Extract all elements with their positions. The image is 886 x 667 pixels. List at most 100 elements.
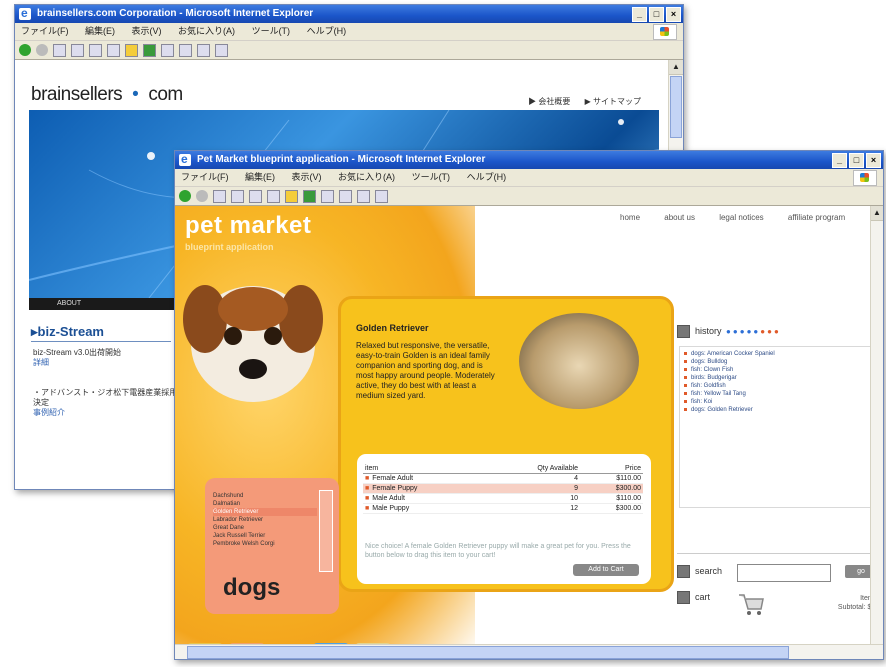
- refresh-icon[interactable]: [71, 43, 84, 57]
- shopping-cart-icon[interactable]: [737, 591, 765, 617]
- menu-file[interactable]: ファイル(F): [181, 172, 229, 182]
- link-company[interactable]: ▶ 会社概要: [528, 97, 570, 106]
- breed-item[interactable]: Great Dane: [213, 524, 317, 532]
- refresh-icon[interactable]: [231, 189, 244, 203]
- col-price: Price: [580, 464, 643, 474]
- logo-text-right: com: [148, 84, 183, 105]
- table-row[interactable]: ■ Male Puppy 12 $300.00: [363, 503, 643, 514]
- history-item[interactable]: fish: Koi: [684, 398, 876, 406]
- menu-view[interactable]: 表示(V): [292, 172, 322, 182]
- back-icon[interactable]: [179, 190, 191, 202]
- stop-icon[interactable]: [213, 189, 226, 203]
- horizontal-scrollbar[interactable]: [175, 644, 883, 659]
- pet-market-logo[interactable]: pet market: [185, 212, 311, 240]
- minimize-button[interactable]: _: [632, 7, 647, 22]
- brainsellers-logo[interactable]: brainsellers • com: [31, 84, 183, 106]
- history-item[interactable]: dogs: American Cocker Spaniel: [684, 350, 876, 358]
- history-item[interactable]: birds: Budgerigar: [684, 374, 876, 382]
- hero-caption[interactable]: ABOUT: [57, 300, 81, 307]
- table-row[interactable]: ■ Female Adult 4 $110.00: [363, 473, 643, 484]
- favorites-icon[interactable]: [285, 189, 298, 203]
- maximize-button[interactable]: □: [849, 153, 864, 168]
- search-divider: [677, 553, 877, 554]
- stop-icon[interactable]: [53, 43, 66, 57]
- scroll-up-arrow-icon[interactable]: ▲: [669, 60, 683, 75]
- window-title-bar[interactable]: brainsellers.com Corporation - Microsoft…: [15, 5, 683, 23]
- biz-stream-title[interactable]: ▸biz-Stream: [31, 324, 104, 340]
- media-icon[interactable]: [303, 189, 316, 203]
- search-input[interactable]: [737, 564, 831, 582]
- cart-box-icon: [677, 591, 690, 605]
- menu-view[interactable]: 表示(V): [132, 26, 162, 36]
- menu-favorites[interactable]: お気に入り(A): [338, 172, 395, 182]
- close-button[interactable]: ×: [866, 153, 881, 168]
- breed-list-scrollbar[interactable]: [319, 490, 333, 572]
- scroll-thumb[interactable]: [670, 76, 682, 138]
- logo-dot: •: [132, 84, 139, 105]
- vertical-scrollbar[interactable]: ▲: [870, 206, 883, 645]
- browser-window-pet-market: Pet Market blueprint application - Micro…: [174, 150, 884, 660]
- breed-item[interactable]: Jack Russell Terrier: [213, 532, 317, 540]
- search-header: search: [677, 563, 722, 579]
- table-row-selected[interactable]: ■ Female Puppy 9 $300.00: [363, 483, 643, 494]
- menu-tools[interactable]: ツール(T): [252, 26, 291, 36]
- nav-about-us[interactable]: about us: [664, 213, 695, 222]
- back-icon[interactable]: [19, 44, 31, 56]
- menu-edit[interactable]: 編集(E): [245, 172, 275, 182]
- col-item: item: [363, 464, 485, 474]
- menu-help[interactable]: ヘルプ(H): [467, 172, 507, 182]
- history-icon: [677, 325, 690, 339]
- edit-icon[interactable]: [215, 43, 228, 57]
- biz-news-link-1[interactable]: 詳細: [33, 358, 183, 368]
- history-icon[interactable]: [321, 189, 334, 203]
- history-item[interactable]: dogs: Golden Retriever: [684, 406, 876, 414]
- breed-item[interactable]: Dachshund: [213, 492, 317, 500]
- horizontal-scroll-thumb[interactable]: [187, 646, 789, 659]
- selection-note: Nice choice! A female Golden Retriever p…: [365, 543, 631, 559]
- history-item[interactable]: fish: Yellow Tail Tang: [684, 390, 876, 398]
- category-panel: Dachshund Dalmatian Golden Retriever Lab…: [205, 478, 339, 614]
- menu-file[interactable]: ファイル(F): [21, 26, 69, 36]
- menu-favorites[interactable]: お気に入り(A): [178, 26, 235, 36]
- nav-legal-notices[interactable]: legal notices: [719, 213, 763, 222]
- menu-tools[interactable]: ツール(T): [412, 172, 451, 182]
- favorites-icon[interactable]: [125, 43, 138, 57]
- history-item[interactable]: fish: Goldfish: [684, 382, 876, 390]
- edit-icon[interactable]: [375, 189, 388, 203]
- nav-affiliate-program[interactable]: affiliate program: [788, 213, 845, 222]
- mail-icon[interactable]: [339, 189, 352, 203]
- window-title: brainsellers.com Corporation - Microsoft…: [37, 8, 314, 19]
- maximize-button[interactable]: □: [649, 7, 664, 22]
- history-icon[interactable]: [161, 43, 174, 57]
- search-icon[interactable]: [267, 189, 280, 203]
- window-title-bar[interactable]: Pet Market blueprint application - Micro…: [175, 151, 883, 169]
- scroll-up-arrow-icon[interactable]: ▲: [871, 206, 883, 221]
- header-links: ▶ 会社概要 ▶ サイトマップ: [516, 96, 641, 107]
- home-icon[interactable]: [249, 189, 262, 203]
- table-row[interactable]: ■ Male Adult 10 $110.00: [363, 493, 643, 504]
- breed-item[interactable]: Dalmatian: [213, 500, 317, 508]
- breed-item[interactable]: Labrador Retriever: [213, 516, 317, 524]
- menu-edit[interactable]: 編集(E): [85, 26, 115, 36]
- mail-icon[interactable]: [179, 43, 192, 57]
- minimize-button[interactable]: _: [832, 153, 847, 168]
- forward-icon[interactable]: [196, 190, 208, 202]
- history-item[interactable]: dogs: Bulldog: [684, 358, 876, 366]
- forward-icon[interactable]: [36, 44, 48, 56]
- media-icon[interactable]: [143, 43, 156, 57]
- breed-item[interactable]: Pembroke Welsh Corgi: [213, 540, 317, 548]
- history-item[interactable]: fish: Clown Fish: [684, 366, 876, 374]
- home-icon[interactable]: [89, 43, 102, 57]
- menu-help[interactable]: ヘルプ(H): [307, 26, 347, 36]
- breed-item-selected[interactable]: Golden Retriever: [213, 508, 317, 516]
- print-icon[interactable]: [357, 189, 370, 203]
- close-button[interactable]: ×: [666, 7, 681, 22]
- search-icon[interactable]: [107, 43, 120, 57]
- nav-home[interactable]: home: [620, 213, 640, 222]
- link-sitemap[interactable]: ▶ サイトマップ: [585, 97, 641, 106]
- add-to-cart-button[interactable]: Add to Cart: [573, 564, 639, 576]
- biz-news-text-1: biz-Stream v3.0出荷開始: [33, 348, 122, 357]
- print-icon[interactable]: [197, 43, 210, 57]
- breed-list[interactable]: Dachshund Dalmatian Golden Retriever Lab…: [213, 492, 317, 568]
- biz-news-link-2[interactable]: 事例紹介: [33, 408, 183, 418]
